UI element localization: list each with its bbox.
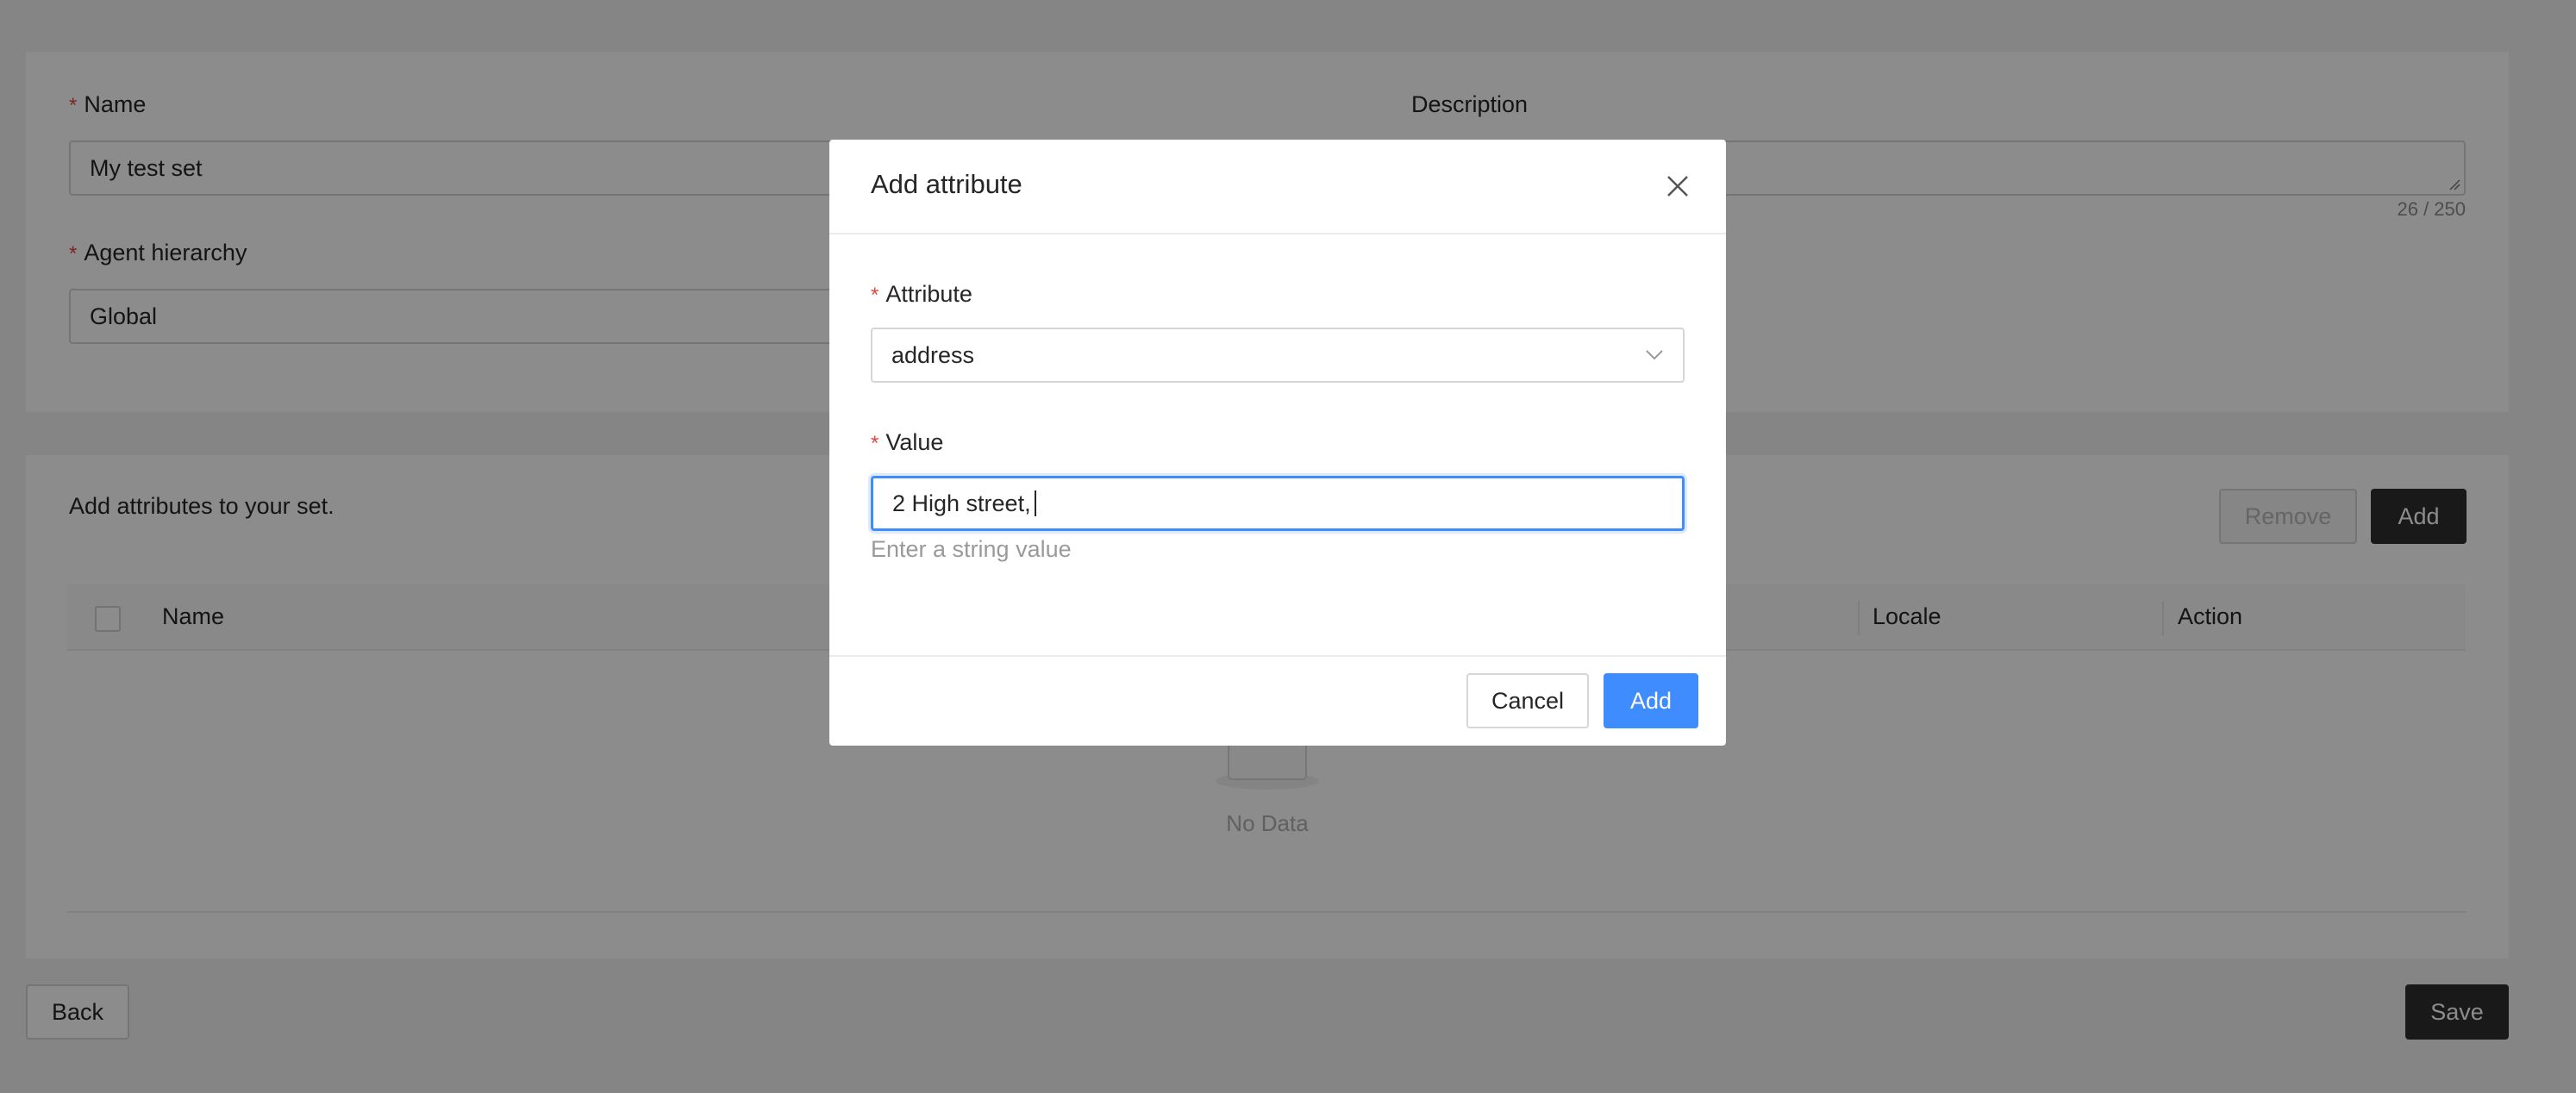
modal-title: Add attribute <box>871 169 1022 199</box>
value-label: * Value <box>871 429 943 456</box>
required-mark: * <box>871 284 879 307</box>
text-cursor <box>1034 490 1036 516</box>
modal-add-button[interactable]: Add <box>1604 673 1698 728</box>
close-icon[interactable] <box>1666 174 1690 198</box>
required-mark: * <box>871 432 879 455</box>
attribute-select-value: address <box>891 341 975 368</box>
attribute-label-text: Attribute <box>885 281 972 307</box>
chevron-down-icon <box>1646 350 1663 360</box>
value-hint: Enter a string value <box>871 536 1072 562</box>
modal-footer-divider <box>829 655 1726 657</box>
add-attribute-modal: Add attribute * Attribute address * Value … <box>829 140 1726 746</box>
value-input[interactable]: 2 High street, <box>871 476 1685 531</box>
cancel-button[interactable]: Cancel <box>1466 673 1589 728</box>
attribute-select[interactable]: address <box>871 328 1685 383</box>
value-input-text: 2 High street, <box>892 490 1031 516</box>
value-label-text: Value <box>885 429 944 455</box>
attribute-label: * Attribute <box>871 281 972 308</box>
modal-header-divider <box>829 233 1726 234</box>
